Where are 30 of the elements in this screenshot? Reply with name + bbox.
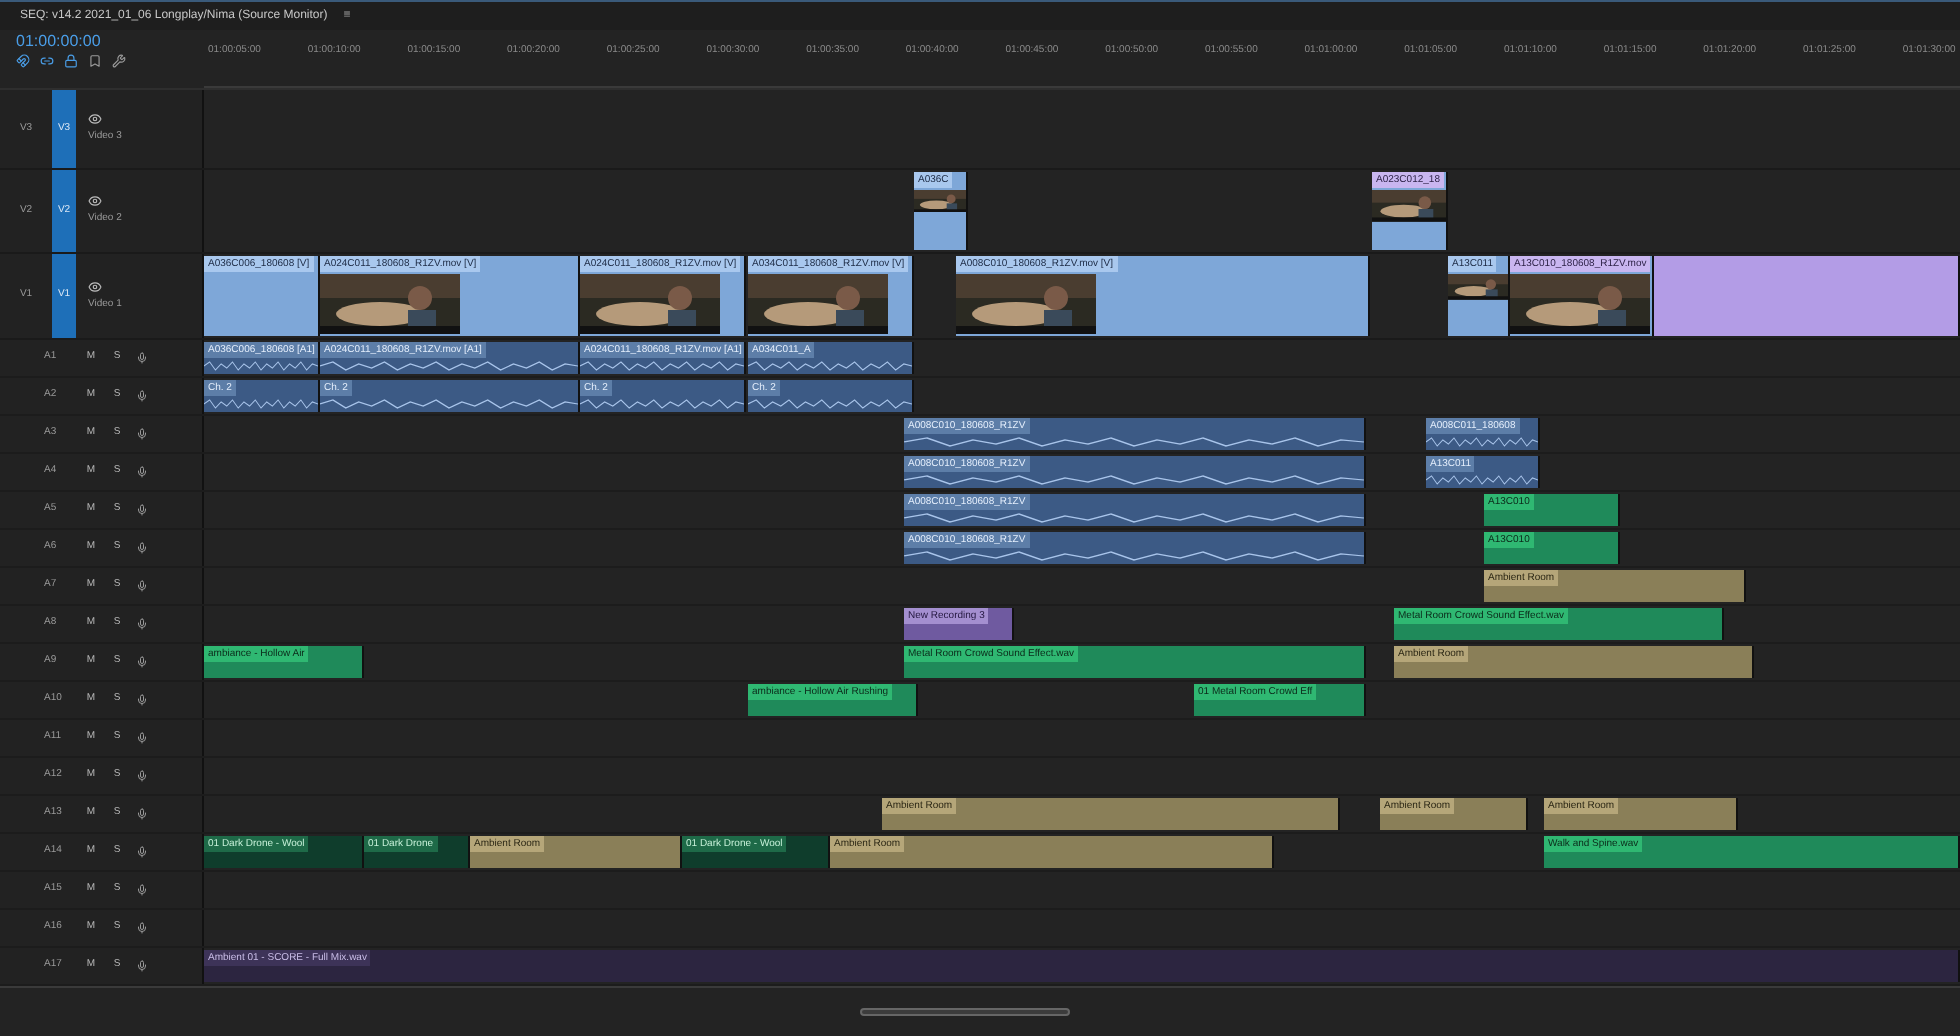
mic-icon[interactable]: [136, 884, 148, 896]
mic-icon[interactable]: [136, 504, 148, 516]
mic-icon[interactable]: [136, 770, 148, 782]
mic-icon[interactable]: [136, 542, 148, 554]
mic-icon[interactable]: [136, 694, 148, 706]
mic-icon[interactable]: [136, 428, 148, 440]
mic-icon[interactable]: [136, 922, 148, 934]
mic-icon[interactable]: [136, 846, 148, 858]
mic-icon[interactable]: [136, 466, 148, 478]
mic-icon[interactable]: [136, 618, 148, 630]
eye-icon[interactable]: [88, 279, 102, 294]
mic-icon[interactable]: [136, 352, 148, 364]
video-clip[interactable]: [1654, 256, 1960, 336]
lock-icon[interactable]: [64, 54, 78, 68]
mic-icon[interactable]: [136, 960, 148, 972]
eye-icon[interactable]: [88, 112, 102, 127]
waveform-drawing: [1426, 474, 1538, 486]
marker-icon[interactable]: [88, 54, 102, 68]
settings-icon[interactable]: [112, 54, 126, 68]
mic-icon[interactable]: [136, 580, 148, 592]
waveform-drawing: [1426, 436, 1538, 448]
mic-icon[interactable]: [136, 732, 148, 744]
eye-icon[interactable]: [88, 194, 102, 209]
mic-icon[interactable]: [136, 656, 148, 668]
zoom-scrollbar[interactable]: [860, 1008, 1070, 1016]
timecode[interactable]: 01:00:00:00: [16, 32, 204, 52]
snap-icon[interactable]: [16, 54, 30, 68]
link-icon[interactable]: [40, 54, 54, 68]
mic-icon[interactable]: [136, 390, 148, 402]
mic-icon[interactable]: [136, 808, 148, 820]
